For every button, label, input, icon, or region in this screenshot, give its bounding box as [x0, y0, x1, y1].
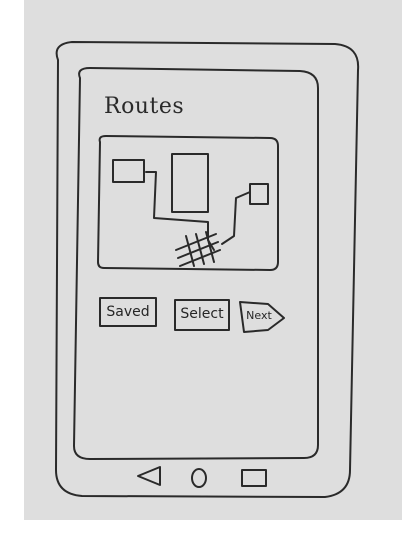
route-map[interactable] [98, 134, 278, 270]
select-button[interactable]: Select [175, 300, 229, 328]
nav-back-button[interactable] [132, 464, 166, 490]
nav-home-button[interactable] [182, 464, 216, 490]
page-title: Routes [104, 94, 185, 119]
next-button[interactable]: Next [240, 302, 286, 330]
nav-recents-button[interactable] [237, 464, 271, 490]
saved-button[interactable]: Saved [100, 298, 156, 326]
